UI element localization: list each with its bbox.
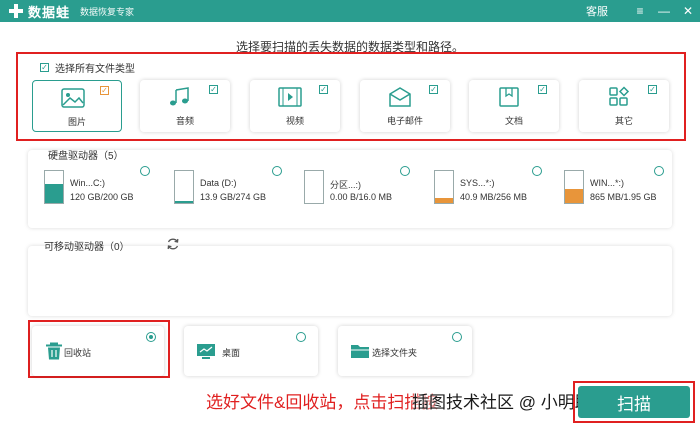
drive-size: 865 MB/1.95 GB: [590, 192, 657, 202]
type-checkbox-audio[interactable]: ✓: [209, 85, 218, 94]
removable-drive-panel: [28, 246, 672, 316]
select-all-checkbox[interactable]: ✓: [40, 63, 49, 72]
drive-icon: [304, 170, 324, 204]
drive-size: 40.9 MB/256 MB: [460, 192, 528, 202]
drive-c[interactable]: Win...C:) 120 GB/200 GB: [44, 166, 164, 208]
location-label: 回收站: [64, 348, 92, 358]
audio-icon: [170, 87, 189, 106]
video-icon: [278, 87, 302, 107]
drive-win[interactable]: WIN...*:) 865 MB/1.95 GB: [564, 166, 684, 208]
drive-name: 分区...:): [330, 180, 361, 190]
type-label-audio: 音频: [175, 116, 194, 126]
drive-usage-fill: [175, 201, 193, 203]
refresh-icon[interactable]: [166, 237, 180, 251]
drive-radio[interactable]: [654, 166, 664, 176]
drive-partition[interactable]: 分区...:) 0.00 B/16.0 MB: [304, 166, 424, 208]
location-choose-folder[interactable]: 选择文件夹: [338, 326, 472, 376]
type-checkbox-document[interactable]: ✓: [538, 85, 547, 94]
drive-radio[interactable]: [272, 166, 282, 176]
type-card-other[interactable]: ✓ 其它: [579, 80, 669, 132]
drive-size: 120 GB/200 GB: [70, 192, 134, 202]
logo-cross-icon: [8, 3, 24, 19]
type-card-image[interactable]: ✓ 图片: [32, 80, 122, 132]
type-card-video[interactable]: ✓ 视频: [250, 80, 340, 132]
location-radio[interactable]: [146, 332, 156, 342]
select-all-types[interactable]: ✓ 选择所有文件类型: [40, 60, 135, 75]
drive-d[interactable]: Data (D:) 13.9 GB/274 GB: [174, 166, 294, 208]
type-checkbox-other[interactable]: ✓: [648, 85, 657, 94]
desktop-icon: [197, 344, 215, 359]
drive-radio[interactable]: [400, 166, 410, 176]
location-desktop[interactable]: 桌面: [184, 326, 318, 376]
type-label-image: 图片: [67, 117, 86, 127]
hard-drive-title: 硬盘驱动器（5）: [48, 151, 124, 162]
document-icon: [499, 87, 519, 107]
type-card-email[interactable]: ✓ 电子邮件: [360, 80, 450, 132]
drive-size: 13.9 GB/274 GB: [200, 192, 267, 202]
drive-name: Win...C:): [70, 178, 105, 188]
location-radio[interactable]: [452, 332, 462, 342]
other-icon: [609, 86, 630, 106]
type-card-audio[interactable]: ✓ 音频: [140, 80, 230, 132]
drive-name: SYS...*:): [460, 178, 495, 188]
drive-icon: [564, 170, 584, 204]
type-label-document: 文档: [504, 116, 523, 126]
type-label-video: 视频: [285, 116, 304, 126]
menu-icon[interactable]: ≡: [628, 0, 652, 22]
email-icon: [389, 87, 411, 107]
app-subtitle: 数据恢复专家: [80, 6, 135, 17]
location-label: 桌面: [222, 348, 241, 358]
type-checkbox-image[interactable]: ✓: [100, 86, 109, 95]
drive-name: WIN...*:): [590, 178, 624, 188]
type-checkbox-video[interactable]: ✓: [319, 85, 328, 94]
app-logo: 数据蛙: [8, 2, 70, 21]
image-icon: [61, 88, 85, 108]
select-all-label: 选择所有文件类型: [55, 64, 135, 75]
drive-usage-fill: [565, 188, 583, 203]
drive-icon: [434, 170, 454, 204]
location-recycle-bin[interactable]: 回收站: [32, 326, 164, 376]
drive-name: Data (D:): [200, 178, 237, 188]
location-radio[interactable]: [296, 332, 306, 342]
drive-radio[interactable]: [532, 166, 542, 176]
drive-usage-fill: [45, 183, 63, 203]
folder-icon: [351, 345, 369, 358]
annotation-text: 选好文件&回收站，点击扫描按: [206, 393, 439, 412]
minimize-icon[interactable]: —: [652, 0, 676, 22]
type-label-other: 其它: [614, 116, 633, 126]
drive-sys[interactable]: SYS...*:) 40.9 MB/256 MB: [434, 166, 554, 208]
drive-icon: [174, 170, 194, 204]
trash-icon: [46, 342, 62, 360]
drive-radio[interactable]: [140, 166, 150, 176]
app-name: 数据蛙: [28, 4, 71, 20]
close-icon[interactable]: ✕: [676, 0, 700, 22]
support-link[interactable]: 客服: [586, 3, 608, 19]
title-bar: 数据蛙 数据恢复专家 客服 ≡ — ✕: [0, 0, 700, 22]
removable-drive-title: 可移动驱动器（0）: [44, 242, 130, 253]
drive-size: 0.00 B/16.0 MB: [330, 192, 393, 202]
type-label-email: 电子邮件: [386, 116, 423, 126]
type-card-document[interactable]: ✓ 文档: [469, 80, 559, 132]
scan-button[interactable]: 扫描: [578, 386, 690, 418]
type-checkbox-email[interactable]: ✓: [429, 85, 438, 94]
drive-usage-fill: [435, 197, 453, 203]
drive-icon: [44, 170, 64, 204]
location-label: 选择文件夹: [372, 348, 418, 358]
